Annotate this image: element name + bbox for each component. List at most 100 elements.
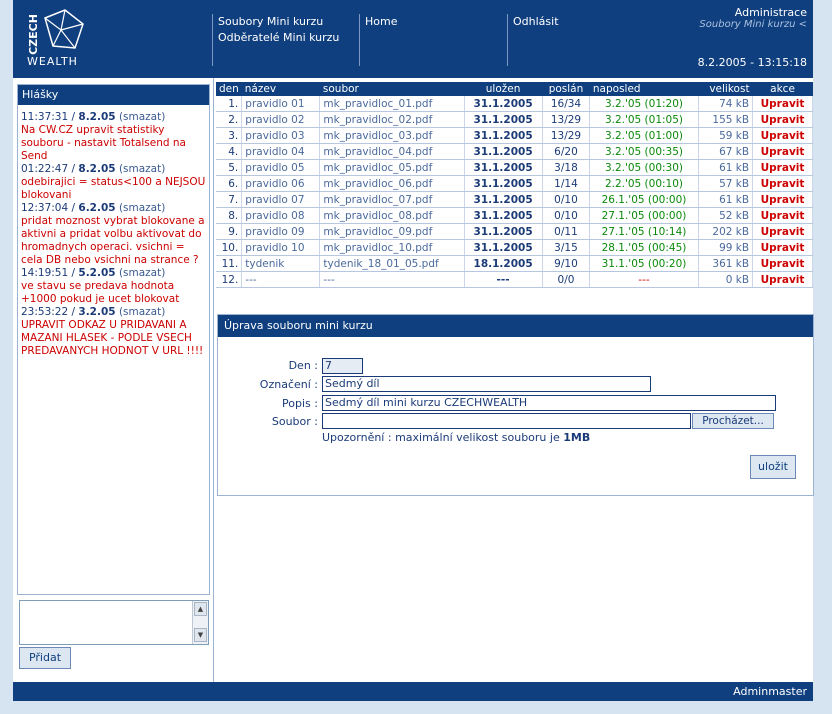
row-saved: 31.1.2005 — [464, 239, 543, 256]
row-saved: 31.1.2005 — [464, 207, 543, 224]
row-edit-link[interactable]: Upravit — [752, 159, 813, 176]
row-file: mk_pravidloc_06.pdf — [319, 175, 465, 192]
files-table: den název soubor uložen poslán naposled veliko… — [216, 82, 813, 288]
row-sent: 3/15 — [542, 239, 591, 256]
row-sent: 9/10 — [542, 255, 591, 272]
row-saved: 31.1.2005 — [464, 191, 543, 208]
row-size: 361 kB — [698, 255, 754, 272]
message-text: Na CW.CZ upravit statistiky souboru - na… — [21, 124, 186, 162]
message-time: 11:37:31 — [21, 111, 69, 123]
row-day: 3. — [216, 127, 243, 144]
row-last: 27.1.'05 (10:14) — [589, 223, 699, 240]
column-header-1[interactable]: název — [241, 82, 320, 96]
message-delete-link[interactable]: (smazat) — [119, 267, 165, 279]
row-file: mk_pravidloc_04.pdf — [319, 143, 465, 160]
footer-text: Adminmaster — [733, 685, 807, 698]
nav-soubory-link[interactable]: Soubory Mini kurzu — [218, 14, 358, 30]
row-file: mk_pravidloc_09.pdf — [319, 223, 465, 240]
message-delete-link[interactable]: (smazat) — [119, 306, 165, 318]
row-saved: 31.1.2005 — [464, 175, 543, 192]
column-header-3[interactable]: uložen — [464, 82, 543, 96]
row-size: 67 kB — [698, 143, 754, 160]
row-edit-link[interactable]: Upravit — [752, 271, 813, 288]
column-header-7[interactable]: akce — [752, 82, 813, 96]
popis-label: Popis : — [282, 397, 318, 410]
row-file: tydenik_18_01_05.pdf — [319, 255, 465, 272]
message-date: 6.2.05 — [78, 202, 116, 214]
message-meta: 14:19:51 / 5.2.05 (smazat) — [21, 267, 166, 279]
row-name: pravidlo 09 — [241, 223, 321, 240]
row-sent: 1/14 — [542, 175, 591, 192]
message-delete-link[interactable]: (smazat) — [119, 202, 165, 214]
row-edit-link[interactable]: Upravit — [752, 96, 813, 112]
row-last: 3.2.'05 (01:00) — [589, 127, 699, 144]
row-day: 9. — [216, 223, 243, 240]
nav-odberatele-link[interactable]: Odběratelé Mini kurzu — [218, 30, 358, 46]
row-edit-link[interactable]: Upravit — [752, 255, 813, 272]
nav-home-link[interactable]: Home — [365, 14, 505, 30]
textarea-scrollbar[interactable]: ▲ ▼ — [192, 601, 208, 644]
edit-file-panel: Úprava souboru mini kurzu Den : 7 Označe… — [217, 314, 814, 496]
soubor-file-input[interactable] — [322, 413, 691, 429]
row-sent: 0/10 — [542, 207, 591, 224]
row-edit-link[interactable]: Upravit — [752, 191, 813, 208]
browse-button[interactable]: Procházet... — [692, 413, 774, 429]
row-edit-link[interactable]: Upravit — [752, 127, 813, 144]
message-text: UPRAVIT ODKAZ U PRIDAVANI A MAZANI HLASE… — [21, 319, 204, 357]
message-text: pridat moznost vybrat blokovane a aktivn… — [21, 215, 205, 266]
table-row: 12. --- --- --- 0/0 --- 0 kB Upravit — [216, 271, 813, 288]
czechwealth-logo[interactable]: CZECH WEALTH — [27, 8, 89, 68]
row-edit-link[interactable]: Upravit — [752, 111, 813, 128]
message-text: odebirajici = status<100 a NEJSOU blokov… — [21, 176, 206, 201]
message-textarea[interactable]: ▲ ▼ — [19, 600, 209, 645]
message-delete-link[interactable]: (smazat) — [119, 163, 165, 175]
row-name: pravidlo 10 — [241, 239, 321, 256]
admin-breadcrumb: Soubory Mini kurzu < — [699, 19, 807, 30]
column-header-2[interactable]: soubor — [319, 82, 465, 96]
message-time: 23:53:22 — [21, 306, 69, 318]
add-message-button[interactable]: Přidat — [19, 647, 71, 669]
message-meta: 23:53:22 / 3.2.05 (smazat) — [21, 306, 166, 318]
message-time: 12:37:04 — [21, 202, 69, 214]
messages-list: 11:37:31 / 8.2.05 (smazat) Na CW.CZ uprav… — [18, 105, 209, 358]
column-header-6[interactable]: velikost — [698, 82, 753, 96]
message-delete-link[interactable]: (smazat) — [119, 111, 165, 123]
table-header-row: den název soubor uložen poslán naposled veliko… — [216, 82, 813, 96]
nav-logout-link[interactable]: Odhlásit — [513, 14, 653, 30]
den-field[interactable]: 7 — [322, 358, 363, 374]
row-name: pravidlo 04 — [241, 143, 321, 160]
row-saved: 31.1.2005 — [464, 159, 543, 176]
save-button[interactable]: uložit — [750, 455, 796, 479]
scroll-up-icon[interactable]: ▲ — [194, 602, 207, 616]
row-size: 59 kB — [698, 127, 754, 144]
row-name: pravidlo 05 — [241, 159, 321, 176]
row-edit-link[interactable]: Upravit — [752, 143, 813, 160]
nav-group-home: Home — [359, 14, 505, 66]
messages-panel: Hlášky 11:37:31 / 8.2.05 (smazat) Na CW.C… — [17, 84, 210, 595]
row-edit-link[interactable]: Upravit — [752, 207, 813, 224]
column-header-4[interactable]: poslán — [542, 82, 590, 96]
row-sent: 3/18 — [542, 159, 591, 176]
scroll-down-icon[interactable]: ▼ — [194, 628, 207, 642]
oznaceni-field[interactable]: Sedmý díl — [322, 376, 651, 392]
row-saved: 31.1.2005 — [464, 96, 543, 112]
admin-heading: Administrace Soubory Mini kurzu < — [699, 6, 807, 30]
row-day: 12. — [216, 271, 243, 288]
page-frame: CZECH WEALTH Soubory Mini kurzu Odběrate… — [13, 0, 814, 701]
row-saved: 31.1.2005 — [464, 143, 543, 160]
row-day: 11. — [216, 255, 243, 272]
message-date: 5.2.05 — [78, 267, 116, 279]
column-header-5[interactable]: naposled — [589, 82, 699, 96]
row-size: 0 kB — [698, 271, 754, 288]
message-date: 8.2.05 — [78, 163, 116, 175]
row-edit-link[interactable]: Upravit — [752, 223, 813, 240]
row-saved: 31.1.2005 — [464, 127, 543, 144]
row-last: 27.1.'05 (00:00) — [589, 207, 699, 224]
row-edit-link[interactable]: Upravit — [752, 175, 813, 192]
row-edit-link[interactable]: Upravit — [752, 239, 813, 256]
row-saved: 31.1.2005 — [464, 223, 543, 240]
column-header-0[interactable]: den — [216, 82, 242, 96]
row-file: mk_pravidloc_01.pdf — [319, 96, 465, 112]
row-file: mk_pravidloc_10.pdf — [319, 239, 465, 256]
popis-field[interactable]: Sedmý díl mini kurzu CZECHWEALTH — [322, 395, 776, 411]
